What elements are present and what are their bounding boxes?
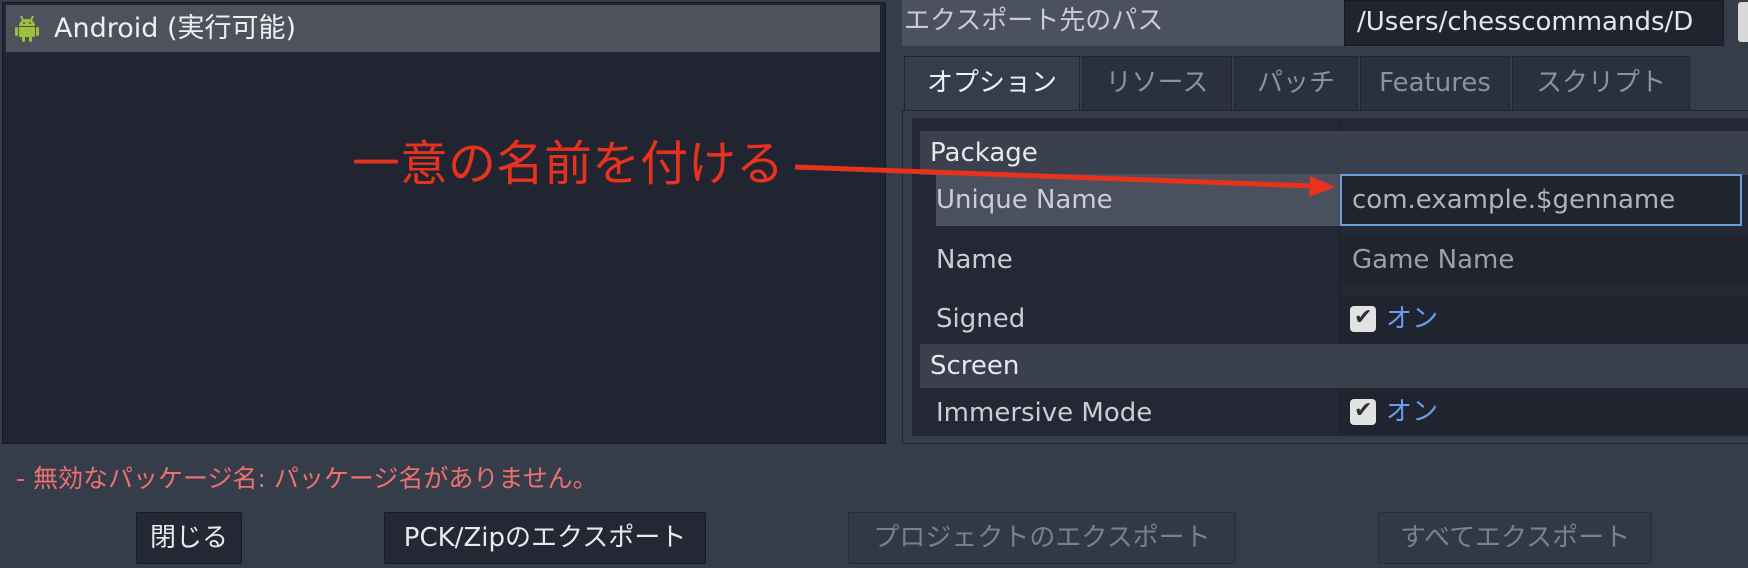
- section-package-label: Package: [930, 138, 1038, 168]
- browse-path-button[interactable]: [1738, 2, 1748, 42]
- tab-patches[interactable]: パッチ: [1234, 56, 1358, 110]
- property-row-unique-name: Unique Name: [936, 174, 1340, 226]
- preset-item-label: Android (実行可能): [54, 13, 297, 44]
- property-label-signed: Signed: [936, 304, 1026, 334]
- check-icon: ✔: [1354, 398, 1373, 423]
- export-project-button[interactable]: プロジェクトのエクスポート: [848, 512, 1236, 564]
- unique-name-input[interactable]: com.example.$genname: [1340, 174, 1742, 226]
- property-label-immersive-mode: Immersive Mode: [936, 398, 1153, 428]
- section-screen-label: Screen: [930, 351, 1020, 381]
- immersive-mode-toggle[interactable]: ✔ オン: [1340, 390, 1748, 434]
- export-all-button[interactable]: すべてエクスポート: [1378, 512, 1652, 564]
- error-message: - 無効なパッケージ名: パッケージ名がありません。: [16, 464, 598, 493]
- tab-script[interactable]: スクリプト: [1512, 56, 1690, 110]
- annotation-text: 一意の名前を付ける: [352, 136, 785, 192]
- export-path-value: /Users/chesscommands/D: [1357, 7, 1694, 37]
- immersive-mode-checkbox[interactable]: ✔: [1350, 398, 1376, 425]
- unique-name-value: com.example.$genname: [1352, 185, 1676, 215]
- signed-value: オン: [1386, 304, 1439, 334]
- tab-features[interactable]: Features: [1360, 56, 1510, 110]
- tab-resources[interactable]: リソース: [1082, 56, 1232, 110]
- preset-item-android[interactable]: Android (実行可能): [6, 5, 880, 52]
- name-value: Game Name: [1352, 245, 1515, 275]
- signed-checkbox[interactable]: ✔: [1350, 305, 1376, 332]
- android-icon: [14, 15, 40, 43]
- export-pck-zip-button[interactable]: PCK/Zipのエクスポート: [384, 512, 706, 564]
- immersive-mode-value: オン: [1386, 397, 1439, 427]
- signed-toggle[interactable]: ✔ オン: [1340, 295, 1748, 343]
- property-label-unique-name: Unique Name: [936, 185, 1113, 215]
- name-input[interactable]: Game Name: [1340, 236, 1748, 284]
- export-path-label: エクスポート先のパス: [904, 6, 1164, 36]
- preset-list: [2, 2, 886, 444]
- tab-options[interactable]: オプション: [904, 56, 1080, 112]
- property-label-name: Name: [936, 245, 1013, 275]
- export-path-input[interactable]: /Users/chesscommands/D: [1344, 0, 1724, 46]
- check-icon: ✔: [1354, 305, 1373, 330]
- close-button[interactable]: 閉じる: [136, 512, 242, 564]
- section-package[interactable]: Package: [920, 131, 1748, 175]
- section-screen[interactable]: Screen: [920, 344, 1748, 388]
